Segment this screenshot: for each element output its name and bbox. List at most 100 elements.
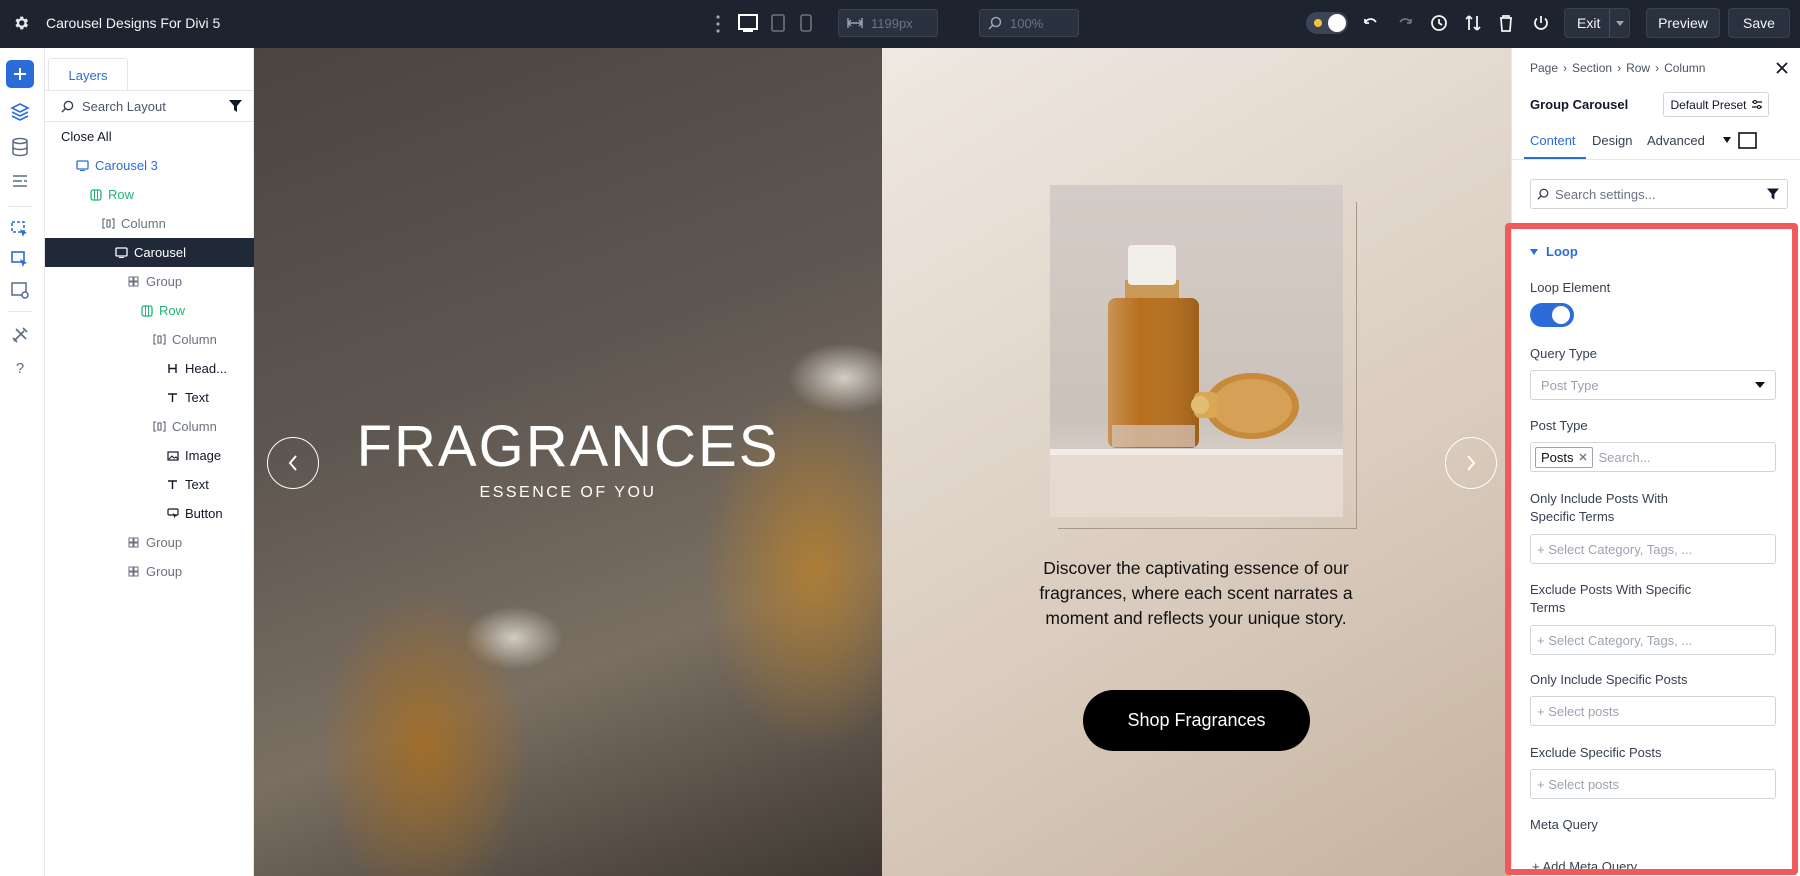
layer-item-label: Column — [121, 216, 166, 231]
add-meta-query-link[interactable]: + Add Meta Query — [1532, 859, 1637, 874]
layer-item-text[interactable]: Text — [45, 383, 254, 412]
tab-advanced[interactable]: Advanced — [1647, 133, 1705, 148]
post-type-multiselect[interactable]: Posts Search... — [1530, 442, 1776, 472]
breadcrumb-separator: › — [1563, 61, 1568, 75]
query-type-select[interactable]: Post Type — [1530, 370, 1776, 400]
layer-item-label: Group — [146, 274, 183, 289]
tabs-dropdown-icon[interactable] — [1723, 137, 1731, 143]
exclude-terms-field[interactable]: + Select Category, Tags, ... — [1530, 625, 1776, 655]
loop-toggle-knob — [1552, 306, 1570, 324]
exit-button[interactable]: Exit — [1564, 8, 1630, 38]
settings-panel: Page › Section › Row › Column Group Carousel D… — [1511, 48, 1800, 876]
settings-gear-icon[interactable] — [12, 14, 30, 32]
layer-item-button[interactable]: Button — [45, 499, 254, 528]
layout-settings-icon[interactable] — [6, 168, 34, 196]
layers-icon[interactable] — [6, 98, 34, 126]
add-module-icon[interactable] — [6, 60, 34, 88]
exit-dropdown-icon[interactable] — [1609, 9, 1629, 37]
more-vertical-icon[interactable] — [715, 14, 721, 34]
tools-icon[interactable] — [6, 321, 34, 349]
loop-element-toggle[interactable] — [1530, 303, 1574, 327]
breadcrumb-item[interactable]: Row — [1626, 61, 1650, 75]
tab-design[interactable]: Design — [1592, 133, 1632, 148]
sort-icon[interactable] — [1464, 14, 1482, 32]
close-all-link[interactable]: Close All — [45, 122, 254, 151]
settings-search-input[interactable]: Search settings... — [1555, 187, 1761, 202]
rail-divider-2 — [8, 311, 32, 312]
layer-item-group[interactable]: Group — [45, 528, 254, 557]
redo-icon[interactable] — [1396, 14, 1414, 32]
layer-item-column[interactable]: Column — [45, 412, 254, 441]
database-icon[interactable] — [6, 133, 34, 161]
trash-icon[interactable] — [1498, 14, 1514, 32]
chip-remove-icon[interactable] — [1579, 453, 1587, 461]
tablet-view-icon[interactable] — [771, 14, 785, 32]
layer-item-group[interactable]: Group — [45, 557, 254, 586]
page-settings-icon[interactable] — [6, 276, 34, 304]
zoom-input[interactable]: 100% — [979, 9, 1079, 37]
loop-section-header[interactable]: Loop — [1530, 244, 1578, 259]
shop-fragrances-button[interactable]: Shop Fragrances — [1083, 690, 1310, 751]
image-icon — [166, 449, 179, 462]
exit-label: Exit — [1577, 15, 1601, 31]
width-arrows-icon — [847, 17, 863, 29]
top-toolbar: Carousel Designs For Divi 5 1199px 100% … — [0, 0, 1800, 48]
theme-toggle[interactable] — [1306, 12, 1348, 34]
layer-item-carousel-3[interactable]: Carousel 3 — [45, 151, 254, 180]
power-icon[interactable] — [1532, 14, 1550, 32]
filter-icon[interactable] — [229, 100, 242, 112]
tabs-divider — [1512, 159, 1800, 160]
heading-icon — [166, 362, 179, 375]
layer-item-column[interactable]: Column — [45, 209, 254, 238]
layer-item-label: Row — [108, 187, 135, 202]
product-image[interactable] — [1050, 185, 1343, 517]
select-element-icon[interactable] — [6, 216, 34, 244]
desktop-view-icon[interactable] — [738, 14, 758, 32]
row-icon — [140, 304, 153, 317]
layer-item-text[interactable]: Text — [45, 470, 254, 499]
layers-search-input[interactable]: Search Layout — [82, 99, 221, 114]
include-posts-field[interactable]: + Select posts — [1530, 696, 1776, 726]
tab-layers[interactable]: Layers — [48, 58, 128, 91]
layer-item-image[interactable]: Image — [45, 441, 254, 470]
post-type-search[interactable]: Search... — [1599, 450, 1651, 465]
slide-left-hero[interactable]: FRAGRANCES ESSENCE OF YOU — [254, 48, 882, 876]
post-type-chip[interactable]: Posts — [1535, 446, 1593, 468]
default-preset-button[interactable]: Default Preset — [1663, 92, 1769, 117]
settings-filter-icon[interactable] — [1767, 188, 1779, 200]
slide-right-product[interactable]: Discover the captivating essence of our … — [882, 48, 1511, 876]
settings-search[interactable]: Search settings... — [1530, 179, 1788, 209]
column-icon — [153, 420, 166, 433]
history-icon[interactable] — [1430, 14, 1448, 32]
layer-item-row[interactable]: Row — [45, 296, 254, 325]
undo-icon[interactable] — [1362, 14, 1380, 32]
tab-content[interactable]: Content — [1530, 133, 1576, 148]
close-icon[interactable] — [1776, 62, 1788, 74]
include-terms-field[interactable]: + Select Category, Tags, ... — [1530, 534, 1776, 564]
preset-label: Default Preset — [1670, 97, 1747, 112]
carousel-prev-button[interactable] — [267, 437, 319, 489]
multi-select-icon[interactable] — [6, 246, 34, 274]
layers-search[interactable]: Search Layout — [45, 90, 254, 122]
help-icon[interactable]: ? — [6, 354, 34, 382]
chevron-left-icon — [288, 455, 297, 471]
exclude-posts-field[interactable]: + Select posts — [1530, 769, 1776, 799]
phone-view-icon[interactable] — [800, 14, 812, 32]
layer-item-head[interactable]: Head... — [45, 354, 254, 383]
layer-item-group[interactable]: Group — [45, 267, 254, 296]
save-button[interactable]: Save — [1728, 8, 1790, 38]
preview-button[interactable]: Preview — [1646, 8, 1720, 38]
search-icon — [61, 100, 74, 113]
layer-item-label: Carousel — [134, 245, 187, 260]
layer-item-label: Head... — [185, 361, 227, 376]
panel-layout-icon[interactable] — [1738, 132, 1757, 149]
breadcrumb-item[interactable]: Page — [1530, 61, 1558, 75]
breadcrumb-item[interactable]: Column — [1664, 61, 1705, 75]
group-icon — [127, 536, 140, 549]
carousel-next-button[interactable] — [1445, 437, 1497, 489]
layer-item-row[interactable]: Row — [45, 180, 254, 209]
canvas-width-input[interactable]: 1199px — [838, 9, 938, 37]
layer-item-column[interactable]: Column — [45, 325, 254, 354]
breadcrumb-item[interactable]: Section — [1572, 61, 1612, 75]
layer-item-carousel[interactable]: Carousel — [45, 238, 254, 267]
